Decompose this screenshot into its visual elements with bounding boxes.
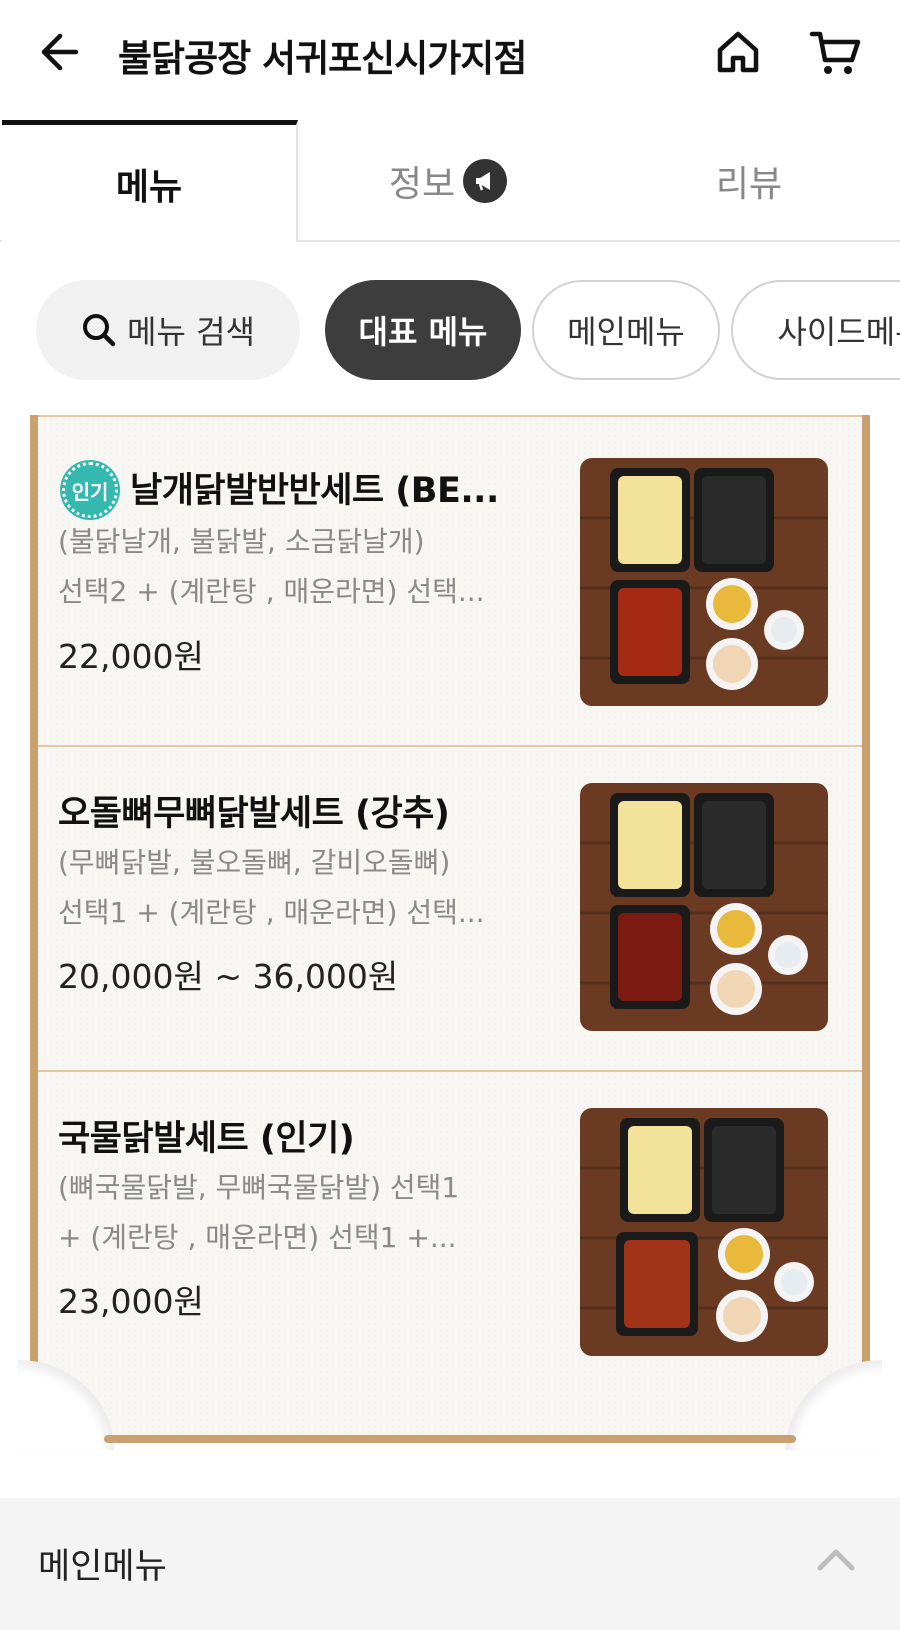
chevron-up-icon (817, 1549, 855, 1571)
representative-menu-board: 인기 날개닭발반반세트 (BE... (불닭날개, 불닭발, 소금닭날개) 선택… (18, 415, 882, 1455)
tab-review-label: 리뷰 (715, 164, 783, 205)
tab-menu-label: 메뉴 (115, 166, 183, 208)
menu-item-photo (580, 783, 828, 1031)
home-button[interactable] (712, 26, 764, 78)
main-menu-section-header[interactable]: 메인메뉴 (0, 1498, 900, 1630)
description-line: + (계란탕 , 매운라면) 선택1 +... (58, 1221, 457, 1254)
menu-search-label: 메뉴 검색 (127, 313, 255, 351)
chip-label: 대표 메뉴 (358, 313, 488, 351)
tab-review[interactable]: 리뷰 (598, 120, 900, 242)
description-line: 선택1 + (계란탕 , 매운라면) 선택... (58, 896, 485, 929)
category-chips: 메뉴 검색 대표 메뉴 메인메뉴 사이드메뉴 (0, 270, 900, 380)
board-frame-left (30, 415, 38, 1370)
back-button[interactable] (36, 26, 88, 78)
megaphone-icon (463, 159, 508, 203)
menu-item-price: 20,000원 ~ 36,000원 (58, 957, 399, 996)
board-frame-right (862, 415, 870, 1370)
menu-item-description: (불닭날개, 불닭발, 소금닭날개) 선택2 + (계란탕 , 매운라면) 선택… (58, 517, 528, 617)
menu-item[interactable]: 국물닭발세트 (인기) (뼈국물닭발, 무뼈국물닭발) 선택1 + (계란탕 ,… (38, 1070, 862, 1395)
menu-item[interactable]: 인기 날개닭발반반세트 (BE... (불닭날개, 불닭발, 소금닭날개) 선택… (38, 417, 862, 742)
tab-info-label: 정보 (388, 164, 456, 205)
chip-main-menu[interactable]: 메인메뉴 (532, 280, 720, 380)
menu-item-price: 23,000원 (58, 1282, 204, 1321)
chip-label: 메인메뉴 (567, 313, 685, 351)
arrow-left-icon (41, 33, 79, 71)
menu-item-photo (580, 1108, 828, 1356)
popular-badge: 인기 (62, 462, 118, 518)
board-frame-bottom (104, 1435, 796, 1443)
cart-icon (809, 31, 861, 74)
chip-representative-menu[interactable]: 대표 메뉴 (325, 280, 521, 380)
description-line: (무뼈닭발, 불오돌뼈, 갈비오돌뼈) (58, 846, 451, 879)
menu-search-button[interactable]: 메뉴 검색 (36, 280, 300, 380)
menu-item[interactable]: 오돌뼈무뼈닭발세트 (강추) (무뼈닭발, 불오돌뼈, 갈비오돌뼈) 선택1 +… (38, 745, 862, 1070)
menu-item-price: 22,000원 (58, 637, 204, 676)
menu-item-description: (무뼈닭발, 불오돌뼈, 갈비오돌뼈) 선택1 + (계란탕 , 매운라면) 선… (58, 838, 528, 938)
description-line: (불닭날개, 불닭발, 소금닭날개) (58, 525, 425, 558)
menu-item-description: (뼈국물닭발, 무뼈국물닭발) 선택1 + (계란탕 , 매운라면) 선택1 +… (58, 1163, 528, 1263)
tab-bar: 메뉴 정보 리뷰 (0, 120, 900, 242)
description-line: 선택2 + (계란탕 , 매운라면) 선택... (58, 575, 485, 608)
description-line: (뼈국물닭발, 무뼈국물닭발) 선택1 (58, 1171, 460, 1204)
menu-item-name: 오돌뼈무뼈닭발세트 (강추) (58, 794, 450, 834)
tab-info[interactable]: 정보 (298, 120, 598, 242)
tab-menu[interactable]: 메뉴 (2, 120, 298, 242)
menu-item-photo (580, 458, 828, 706)
search-icon (83, 314, 116, 347)
section-title: 메인메뉴 (38, 1547, 167, 1587)
home-icon (717, 31, 759, 73)
menu-item-name: 날개닭발반반세트 (BE... (130, 471, 499, 511)
chip-label: 사이드메뉴 (777, 313, 900, 351)
cart-button[interactable] (808, 26, 864, 78)
store-title: 불닭공장 서귀포신시가지점 (118, 37, 527, 80)
chip-side-menu[interactable]: 사이드메뉴 (731, 280, 900, 380)
app-header: 불닭공장 서귀포신시가지점 (0, 0, 900, 110)
menu-item-name: 국물닭발세트 (인기) (58, 1119, 355, 1159)
